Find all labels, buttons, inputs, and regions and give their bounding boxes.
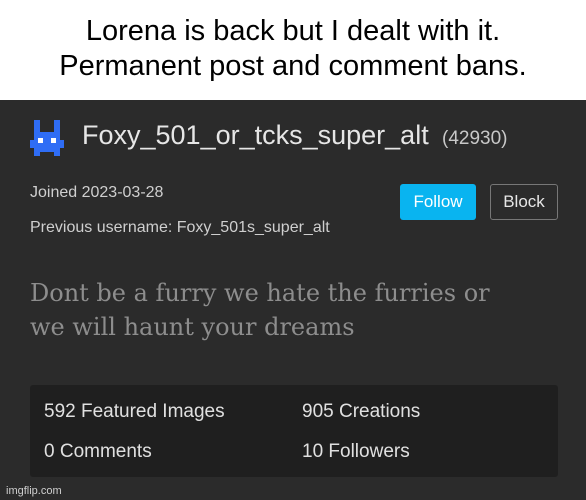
caption-line-2: Permanent post and comment bans. xyxy=(59,50,527,82)
stat-comments[interactable]: 0 Comments xyxy=(44,441,152,463)
bio-line-2: we will haunt your dreams xyxy=(30,313,355,341)
imgflip-watermark: imgflip.com xyxy=(6,485,62,497)
block-button[interactable]: Block xyxy=(490,184,558,220)
meme-caption: Lorena is back but I dealt with it. Perm… xyxy=(0,0,586,100)
username: Foxy_501_or_tcks_super_alt xyxy=(82,120,429,150)
stats-box: 592 Featured Images 905 Creations 0 Comm… xyxy=(30,385,558,477)
stat-followers[interactable]: 10 Followers xyxy=(302,441,410,463)
blue-pixel-creature-icon xyxy=(30,120,64,156)
join-date: Joined 2023-03-28 xyxy=(30,184,164,201)
profile-panel: Foxy_501_or_tcks_super_alt (42930) Joine… xyxy=(0,100,586,500)
previous-username: Previous username: Foxy_501s_super_alt xyxy=(30,219,330,236)
stat-creations[interactable]: 905 Creations xyxy=(302,401,420,423)
follow-button[interactable]: Follow xyxy=(400,184,476,220)
stat-featured-images[interactable]: 592 Featured Images xyxy=(44,401,225,423)
user-id: (42930) xyxy=(442,128,508,149)
bio-line-1: Dont be a furry we hate the furries or xyxy=(30,279,490,307)
profile-bio: Dont be a furry we hate the furries or w… xyxy=(30,276,560,344)
caption-line-1: Lorena is back but I dealt with it. xyxy=(85,15,501,47)
